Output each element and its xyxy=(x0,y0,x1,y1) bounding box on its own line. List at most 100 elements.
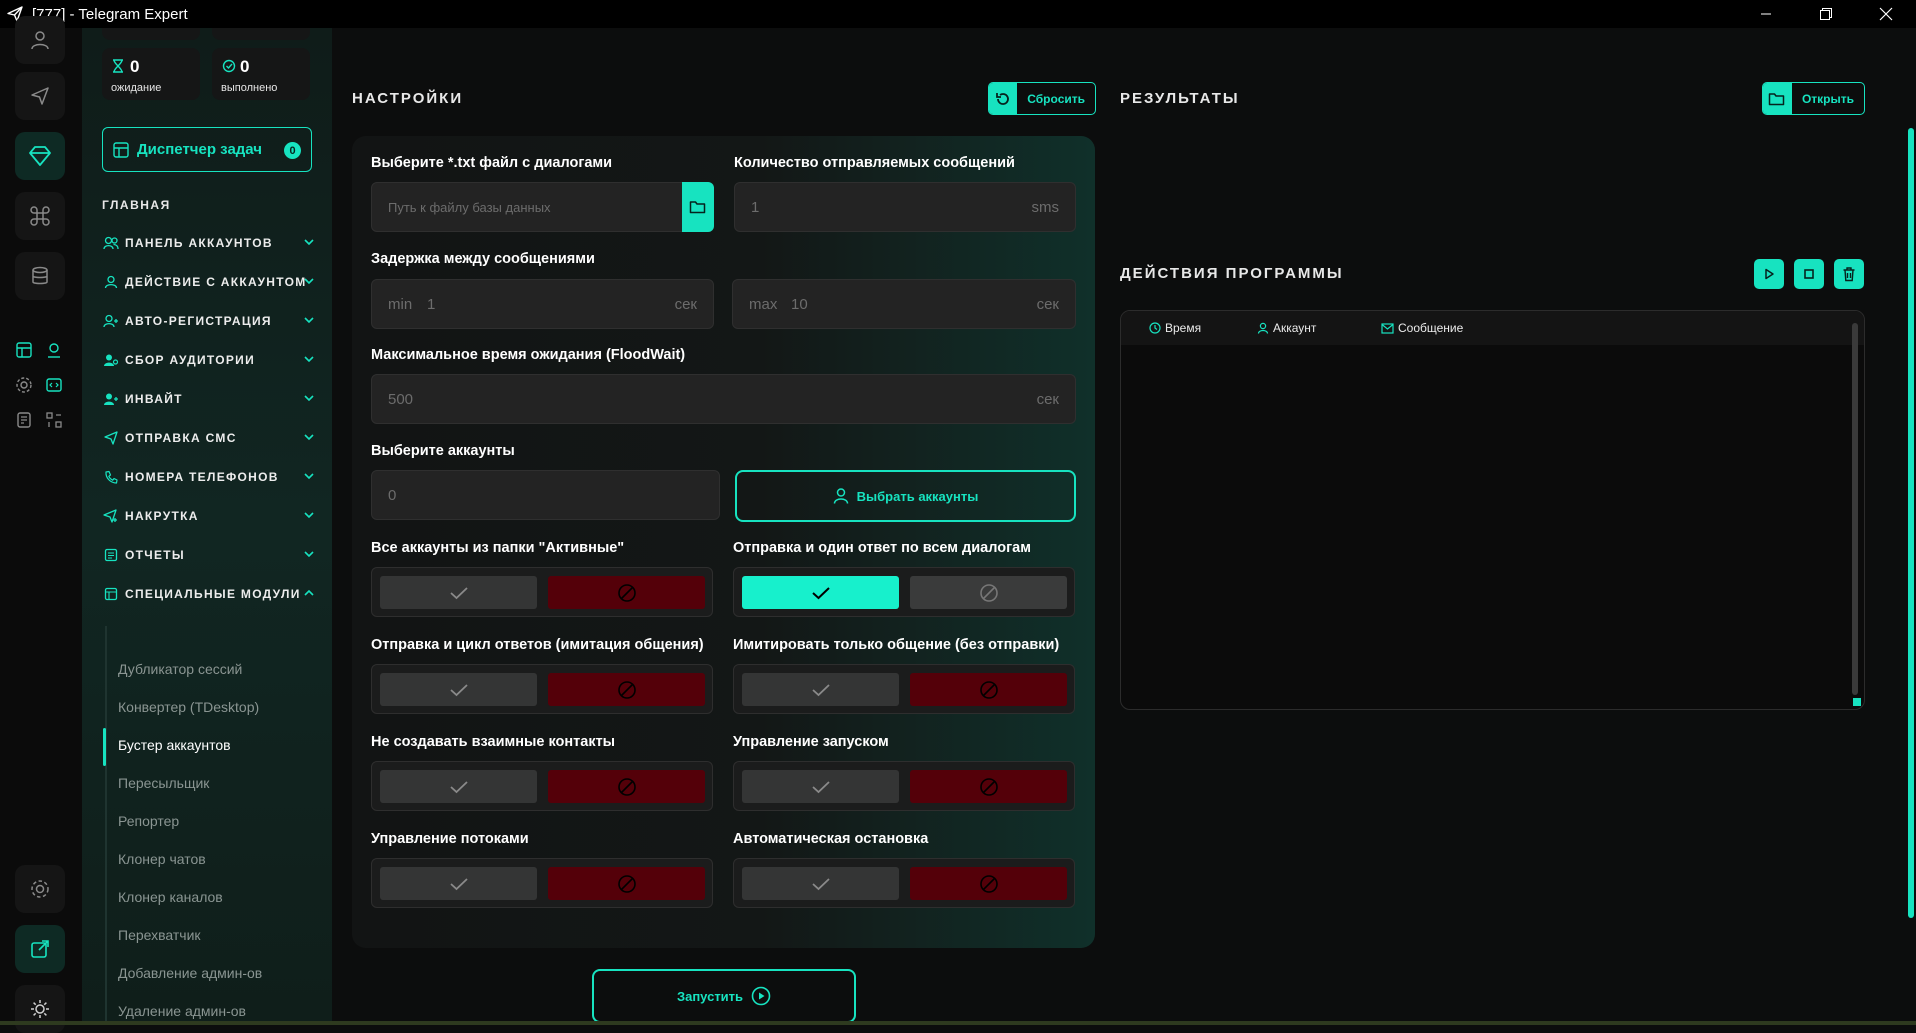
rail-command-button[interactable] xyxy=(15,192,65,240)
rail-database-button[interactable] xyxy=(15,252,65,300)
log-resize-handle[interactable] xyxy=(1853,698,1861,706)
submenu-item-add-admins[interactable]: Добавление админ-ов xyxy=(118,961,308,985)
reset-label: Сбросить xyxy=(1027,91,1085,106)
log-scrollbar[interactable] xyxy=(1852,323,1858,695)
menu-item-auto-registration[interactable]: АВТО-РЕГИСТРАЦИЯ xyxy=(102,309,316,333)
menu-item-accounts-panel[interactable]: ПАНЕЛЬ АККАУНТОВ xyxy=(102,231,316,255)
external-link-icon xyxy=(31,940,49,958)
rail-theme-button[interactable] xyxy=(15,985,65,1033)
ban-icon xyxy=(617,680,636,699)
log-play-button[interactable] xyxy=(1754,259,1784,289)
rail-profile-button[interactable] xyxy=(15,16,65,64)
rail-location-icon[interactable] xyxy=(44,340,64,360)
log-stop-button[interactable] xyxy=(1794,259,1824,289)
floodwait-value: 500 xyxy=(388,391,414,408)
toggle-yes-button[interactable] xyxy=(742,770,899,803)
play-circle-icon xyxy=(751,986,771,1006)
open-results-button[interactable]: Открыть xyxy=(1762,82,1865,115)
page-scrollbar[interactable] xyxy=(1908,128,1914,918)
toggle-yes-button[interactable] xyxy=(742,576,899,609)
toggle-no-button[interactable] xyxy=(548,576,705,609)
check-circle-icon xyxy=(222,59,236,73)
submenu-item-forwarder[interactable]: Пересыльщик xyxy=(118,771,308,795)
column-header-time[interactable]: Время xyxy=(1149,321,1201,335)
toggle-no-button[interactable] xyxy=(910,673,1067,706)
toggle-no-button[interactable] xyxy=(548,770,705,803)
maximize-button[interactable] xyxy=(1796,0,1856,28)
menu-item-phone-numbers[interactable]: НОМЕРА ТЕЛЕФОНОВ xyxy=(102,465,316,489)
select-accounts-button[interactable]: Выбрать аккаунты xyxy=(735,470,1076,522)
toggle-no-button[interactable] xyxy=(910,576,1067,609)
rail-code-icon[interactable] xyxy=(44,375,64,395)
toggle-no-button[interactable] xyxy=(548,867,705,900)
check-icon xyxy=(449,586,468,599)
toggle-yes-button[interactable] xyxy=(380,673,537,706)
stat-card-fragment xyxy=(102,28,200,40)
stat-waiting: 0 ожидание xyxy=(102,48,200,100)
rail-notes-icon[interactable] xyxy=(14,410,34,430)
rail-grid-icon[interactable] xyxy=(44,410,64,430)
submenu-item-chat-cloner[interactable]: Клонер чатов xyxy=(118,847,308,871)
toggle-no-button[interactable] xyxy=(910,770,1067,803)
ban-icon xyxy=(979,777,998,796)
minimize-button[interactable] xyxy=(1736,0,1796,28)
rail-send-button[interactable] xyxy=(15,72,65,120)
toggle-yes-button[interactable] xyxy=(380,867,537,900)
user-icon xyxy=(1257,322,1269,334)
submenu-item-account-booster[interactable]: Бустер аккаунтов xyxy=(118,733,308,757)
toggle-active-folder xyxy=(371,567,713,617)
submenu-item-reporter[interactable]: Репортер xyxy=(118,809,308,833)
accounts-count-input[interactable]: 0 xyxy=(371,470,720,520)
submenu-item-channel-cloner[interactable]: Клонер каналов xyxy=(118,885,308,909)
floodwait-input[interactable]: 500 сек xyxy=(371,374,1076,424)
toggle-yes-button[interactable] xyxy=(742,673,899,706)
close-button[interactable] xyxy=(1856,0,1916,28)
chevron-down-icon xyxy=(302,235,316,249)
hourglass-icon xyxy=(112,59,124,73)
send-icon xyxy=(31,87,49,105)
menu-item-account-actions[interactable]: ДЕЙСТВИЕ С АККАУНТОМ xyxy=(102,270,316,294)
toggle-thread-control xyxy=(371,858,713,908)
delay-min-value: 1 xyxy=(427,296,436,313)
menu-item-invite[interactable]: ИНВАЙТ xyxy=(102,387,316,411)
rail-gear-button[interactable] xyxy=(15,865,65,913)
message-count-input[interactable]: 1 sms xyxy=(734,182,1076,232)
submenu-item-session-duplicator[interactable]: Дубликатор сессий xyxy=(118,657,308,681)
delay-max-input[interactable]: max 10 сек xyxy=(732,279,1076,329)
reset-button[interactable]: Сбросить xyxy=(988,82,1096,115)
menu-item-special-modules[interactable]: СПЕЦИАЛЬНЫЕ МОДУЛИ xyxy=(102,582,316,606)
mail-icon xyxy=(1381,322,1394,334)
rail-external-button[interactable] xyxy=(15,925,65,973)
toggle-no-button[interactable] xyxy=(548,673,705,706)
browse-folder-button[interactable] xyxy=(682,182,714,232)
submenu-item-remove-admins[interactable]: Удаление админ-ов xyxy=(118,999,308,1023)
toggle-yes-button[interactable] xyxy=(380,576,537,609)
rail-table-icon[interactable] xyxy=(14,340,34,360)
rail-settings-icon[interactable] xyxy=(14,375,34,395)
menu-item-label: АВТО-РЕГИСТРАЦИЯ xyxy=(125,314,272,328)
menu-item-label: СПЕЦИАЛЬНЫЕ МОДУЛИ xyxy=(125,587,301,601)
toggle-no-button[interactable] xyxy=(910,867,1067,900)
column-header-account[interactable]: Аккаунт xyxy=(1257,321,1316,335)
menu-item-label: ОТПРАВКА СМС xyxy=(125,431,237,445)
chevron-down-icon xyxy=(302,508,316,522)
log-clear-button[interactable] xyxy=(1834,259,1864,289)
submenu-item-interceptor[interactable]: Перехватчик xyxy=(118,923,308,947)
menu-item-reports[interactable]: ОТЧЕТЫ xyxy=(102,543,316,567)
stat-done-label: выполнено xyxy=(221,82,278,94)
toggle-launch-control xyxy=(733,761,1075,811)
toggle-yes-button[interactable] xyxy=(742,867,899,900)
submenu-item-tdesktop-converter[interactable]: Конвертер (TDesktop) xyxy=(118,695,308,719)
ban-icon xyxy=(617,874,636,893)
dialogs-file-input[interactable]: Путь к файлу базы данных xyxy=(371,182,714,232)
menu-item-boost[interactable]: НАКРУТКА xyxy=(102,504,316,528)
rail-premium-button[interactable] xyxy=(15,132,65,180)
task-dispatcher-button[interactable]: Диспетчер задач 0 xyxy=(102,127,312,172)
settings-title: НАСТРОЙКИ xyxy=(352,90,464,107)
column-header-message[interactable]: Сообщение xyxy=(1381,321,1463,335)
delay-min-input[interactable]: min 1 сек xyxy=(371,279,714,329)
run-button[interactable]: Запустить xyxy=(592,969,856,1023)
menu-item-audience-collect[interactable]: СБОР АУДИТОРИИ xyxy=(102,348,316,372)
toggle-yes-button[interactable] xyxy=(380,770,537,803)
menu-item-sms-sending[interactable]: ОТПРАВКА СМС xyxy=(102,426,316,450)
